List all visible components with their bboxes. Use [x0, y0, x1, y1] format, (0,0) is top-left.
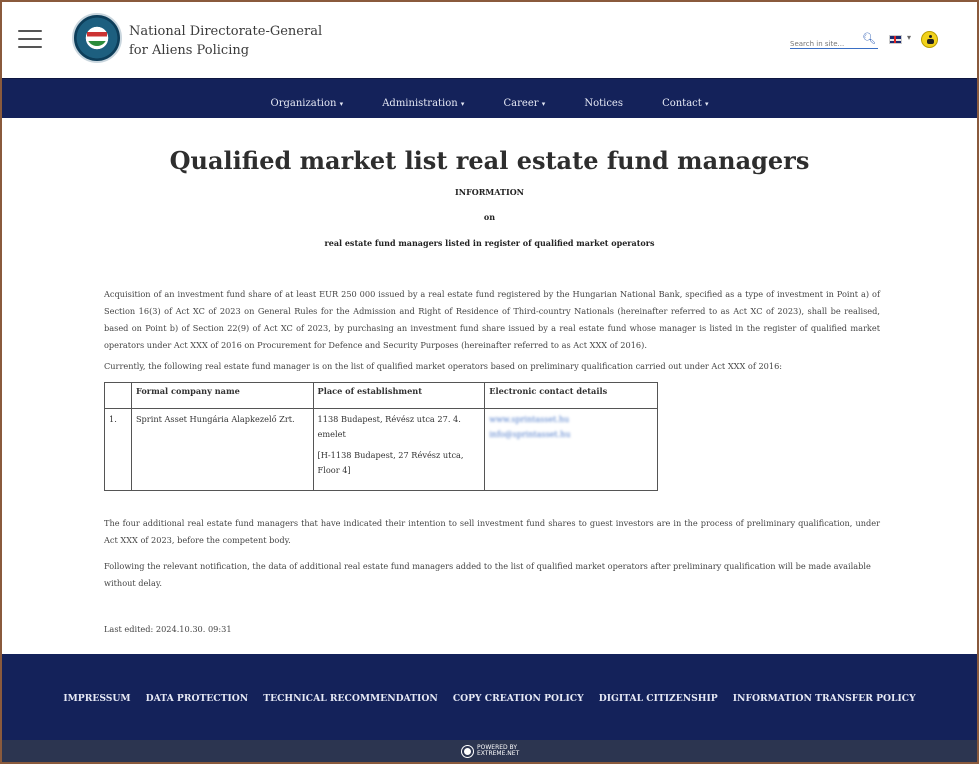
place-hungarian: 1138 Budapest, Révész utca 27. 4. emelet	[317, 414, 461, 439]
chevron-down-icon: ▾	[339, 100, 344, 108]
nav-item-organization[interactable]: Organization ▾	[271, 98, 344, 109]
accessibility-icon[interactable]	[921, 31, 938, 48]
directorate-logo[interactable]	[72, 13, 122, 63]
row-number: 1.	[104, 408, 132, 491]
company-name: Sprint Asset Hungária Alapkezelő Zrt.	[130, 408, 314, 491]
notification-paragraph: Following the relevant notification, the…	[104, 561, 871, 588]
nav-item-notices[interactable]: Notices	[584, 98, 623, 109]
nav-item-career[interactable]: Career ▾	[504, 98, 546, 109]
additional-managers-paragraph: The four additional real estate fund man…	[104, 518, 880, 545]
search-input[interactable]	[790, 36, 856, 52]
info-label: INFORMATION	[455, 187, 524, 197]
table-row: 1. Sprint Asset Hungária Alapkezelő Zrt.…	[104, 408, 658, 491]
intro-paragraph: Acquisition of an investment fund share …	[104, 289, 880, 350]
site-footer: IMPRESSUM DATA PROTECTION TECHNICAL RECO…	[2, 654, 977, 740]
search-icon[interactable]: 🔍︎	[862, 32, 876, 45]
column-header-place: Place of establishment	[312, 382, 486, 409]
qualified-operators-table: Formal company name Place of establishme…	[104, 382, 658, 491]
powered-by-link[interactable]: POWERED BY EXTREME.NET	[462, 745, 522, 757]
contact-website-link[interactable]: www.sprintasset.hu	[489, 412, 653, 427]
place-english: [H-1138 Budapest, 27 Révész utca, Floor …	[317, 450, 464, 475]
footer-link-impressum[interactable]: IMPRESSUM	[63, 693, 130, 704]
org-name[interactable]: National Directorate-General for Aliens …	[129, 22, 322, 60]
place-cell: 1138 Budapest, Révész utca 27. 4. emelet…	[312, 408, 486, 491]
hamburger-menu-icon[interactable]	[18, 30, 42, 50]
footer-link-data-protection[interactable]: DATA PROTECTION	[146, 693, 249, 704]
current-list-paragraph: Currently, the following real estate fun…	[104, 361, 783, 371]
site-header: National Directorate-General for Aliens …	[2, 2, 977, 78]
on-label: on	[483, 212, 496, 222]
uk-flag-icon[interactable]	[889, 35, 902, 44]
contact-email-link[interactable]: info@sprintasset.hu	[489, 427, 653, 442]
extreme-net-logo-icon	[462, 745, 473, 757]
chevron-down-icon: ▾	[704, 100, 709, 108]
footer-link-information-transfer-policy[interactable]: INFORMATION TRANSFER POLICY	[733, 693, 916, 704]
page-title: Qualified market list real estate fund m…	[169, 146, 810, 175]
bottom-bar: POWERED BY EXTREME.NET	[2, 740, 977, 762]
table-header-row: Formal company name Place of establishme…	[104, 382, 658, 409]
column-header-contact: Electronic contact details	[484, 382, 658, 409]
search-box: 🔍︎	[790, 31, 878, 52]
chevron-down-icon: ▾	[460, 100, 465, 108]
page-frame: National Directorate-General for Aliens …	[0, 0, 979, 764]
nav-item-contact[interactable]: Contact ▾	[662, 98, 708, 109]
org-name-line1: National Directorate-General	[129, 24, 323, 39]
powered-by-text: POWERED BY EXTREME.NET	[477, 744, 520, 757]
main-content: Qualified market list real estate fund m…	[2, 118, 977, 654]
main-nav: Organization ▾ Administration ▾ Career ▾…	[2, 78, 977, 118]
contact-cell: www.sprintasset.hu info@sprintasset.hu	[484, 408, 658, 491]
language-chevron-down-icon[interactable]: ▾	[907, 33, 911, 42]
column-header-number	[104, 382, 132, 409]
footer-link-digital-citizenship[interactable]: DIGITAL CITIZENSHIP	[599, 693, 718, 704]
footer-link-copy-creation-policy[interactable]: COPY CREATION POLICY	[453, 693, 584, 704]
column-header-company: Formal company name	[130, 382, 314, 409]
chevron-down-icon: ▾	[541, 100, 546, 108]
nav-item-administration[interactable]: Administration ▾	[382, 98, 464, 109]
org-name-line2: for Aliens Policing	[129, 43, 250, 58]
footer-link-technical-recommendation[interactable]: TECHNICAL RECOMMENDATION	[263, 693, 437, 704]
last-edited: Last edited: 2024.10.30. 09:31	[104, 624, 232, 634]
subtitle: real estate fund managers listed in regi…	[324, 238, 655, 248]
